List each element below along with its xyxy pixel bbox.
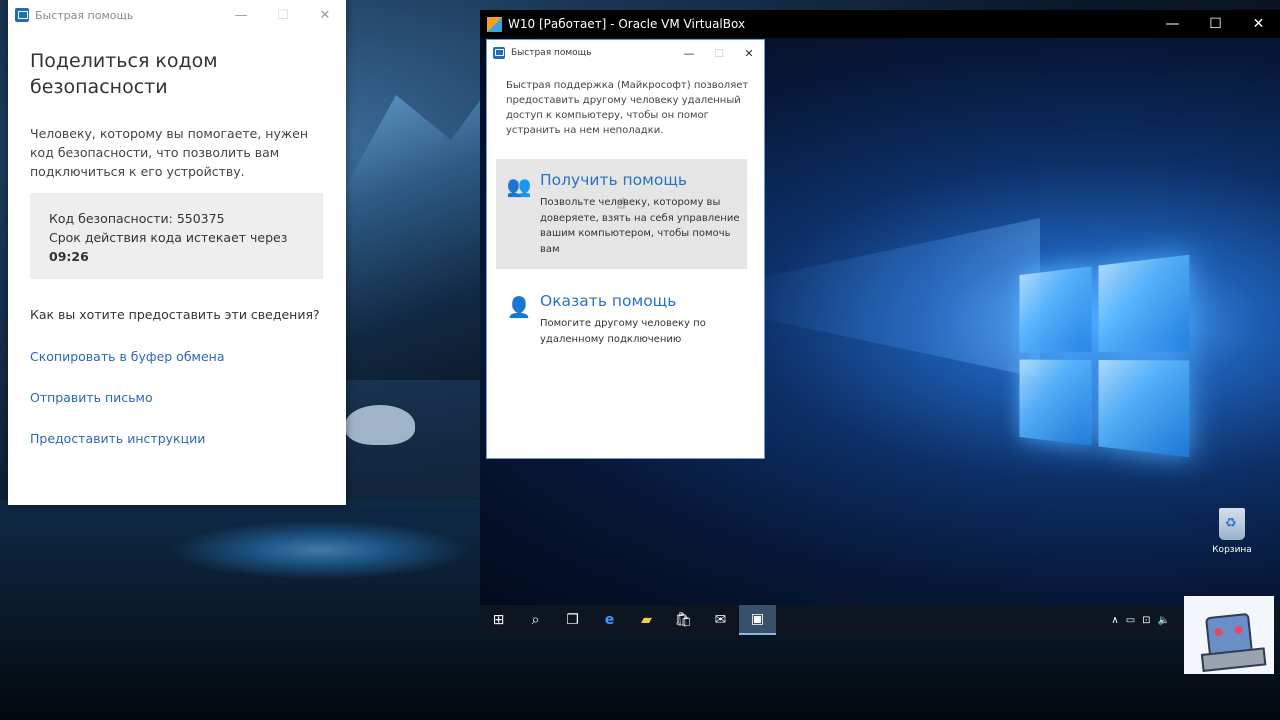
light-beam: [740, 218, 1040, 378]
security-code-panel: Код безопасности: 550375 Срок действия к…: [30, 193, 323, 279]
guest-window-titlebar[interactable]: Быстрая помощь — ☐ ✕: [487, 40, 764, 66]
virtualbox-icon: [487, 16, 502, 32]
provide-instructions-link[interactable]: Предоставить инструкции: [30, 431, 205, 446]
share-code-description: Человеку, которому вы помогаете, нужен к…: [30, 126, 308, 179]
share-method-question: Как вы хотите предоставить эти сведения?: [30, 307, 320, 322]
window-titlebar[interactable]: Быстрая помощь — ☐ ✕: [8, 0, 346, 30]
guest-taskbar: ⊞ ⌕ ❐ e ▰ 🛍 ✉ ▣ ∧ ▭ ⊡ 🔈: [480, 605, 1280, 635]
edge-icon[interactable]: e: [591, 605, 628, 635]
recycle-bin-label: Корзина: [1212, 545, 1252, 555]
mail-icon[interactable]: ✉: [702, 605, 739, 635]
give-help-title: Оказать помощь: [540, 292, 677, 310]
window-title: Быстрая помощь: [35, 8, 134, 22]
battery-icon[interactable]: ▭: [1126, 615, 1135, 626]
get-help-icon: 👥: [506, 174, 532, 198]
minimize-button[interactable]: —: [1151, 10, 1194, 38]
virtualbox-title: W10 [Работает] - Oracle VM VirtualBox: [508, 17, 746, 31]
start-icon[interactable]: ⊞: [480, 605, 517, 635]
send-email-link[interactable]: Отправить письмо: [30, 390, 153, 405]
get-help-description: Позвольте человеку, которому вы доверяет…: [540, 197, 740, 255]
minimize-button[interactable]: —: [220, 0, 262, 30]
network-icon[interactable]: ⊡: [1142, 615, 1150, 626]
expiry-label: Срок действия кода истекает через: [49, 230, 288, 245]
quick-assist-icon: [493, 47, 505, 59]
quick-assist-description: Быстрая поддержка (Майкрософт) позволяет…: [506, 80, 749, 136]
logo-pane: [1019, 266, 1092, 353]
close-button[interactable]: ✕: [1237, 10, 1280, 38]
quick-assist-window: Быстрая помощь — ☐ ✕ Поделиться кодом бе…: [8, 0, 346, 505]
quick-assist-icon: [15, 8, 29, 22]
close-button[interactable]: ✕: [734, 40, 764, 66]
logo-pane: [1098, 254, 1190, 352]
get-help-option[interactable]: 👥 Получить помощь Позвольте человеку, ко…: [496, 159, 747, 269]
get-help-title: Получить помощь: [540, 171, 688, 189]
guest-desktop: Корзина Быстрая помощь — ☐ ✕ Быстрая под…: [480, 38, 1280, 605]
minimize-button[interactable]: —: [674, 40, 704, 66]
channel-logo: [1184, 596, 1274, 674]
quick-assist-icon[interactable]: ▣: [739, 605, 776, 635]
close-button[interactable]: ✕: [304, 0, 346, 30]
recycle-bin-shortcut[interactable]: Корзина: [1202, 508, 1262, 555]
show-hidden-icons-icon[interactable]: ∧: [1111, 615, 1118, 626]
task-view-icon[interactable]: ❐: [554, 605, 591, 635]
copy-to-clipboard-link[interactable]: Скопировать в буфер обмена: [30, 349, 225, 364]
virtualbox-titlebar[interactable]: W10 [Работает] - Oracle VM VirtualBox — …: [480, 10, 1280, 38]
iceberg-scenery: [345, 405, 415, 445]
expiry-countdown: 09:26: [49, 249, 89, 264]
page-title: Поделиться кодом безопасности: [30, 50, 218, 98]
security-code: Код безопасности: 550375: [49, 211, 225, 226]
hand-cursor-icon: ☝: [617, 196, 626, 212]
guest-window-title: Быстрая помощь: [511, 48, 592, 58]
guest-quick-assist-window: Быстрая помощь — ☐ ✕ Быстрая поддержка (…: [486, 39, 765, 459]
give-help-option[interactable]: 👤 Оказать помощь Помогите другому челове…: [496, 280, 747, 360]
virtualbox-window: W10 [Работает] - Oracle VM VirtualBox — …: [480, 10, 1280, 635]
explorer-icon[interactable]: ▰: [628, 605, 665, 635]
give-help-icon: 👤: [506, 295, 532, 319]
water-reflection: [170, 520, 470, 580]
search-icon[interactable]: ⌕: [517, 605, 554, 635]
logo-pane: [1098, 360, 1190, 458]
store-icon[interactable]: 🛍: [665, 605, 702, 635]
volume-icon[interactable]: 🔈: [1158, 615, 1170, 626]
robot-computer-logo: [1205, 612, 1253, 658]
give-help-description: Помогите другому человеку по удаленному …: [540, 318, 706, 345]
recycle-bin-icon: [1219, 508, 1245, 540]
logo-pane: [1019, 359, 1092, 446]
maximize-button: ☐: [277, 7, 289, 23]
windows-logo-wallpaper: [1019, 254, 1190, 458]
maximize-button[interactable]: ☐: [1194, 10, 1237, 38]
maximize-button: ☐: [714, 46, 724, 60]
